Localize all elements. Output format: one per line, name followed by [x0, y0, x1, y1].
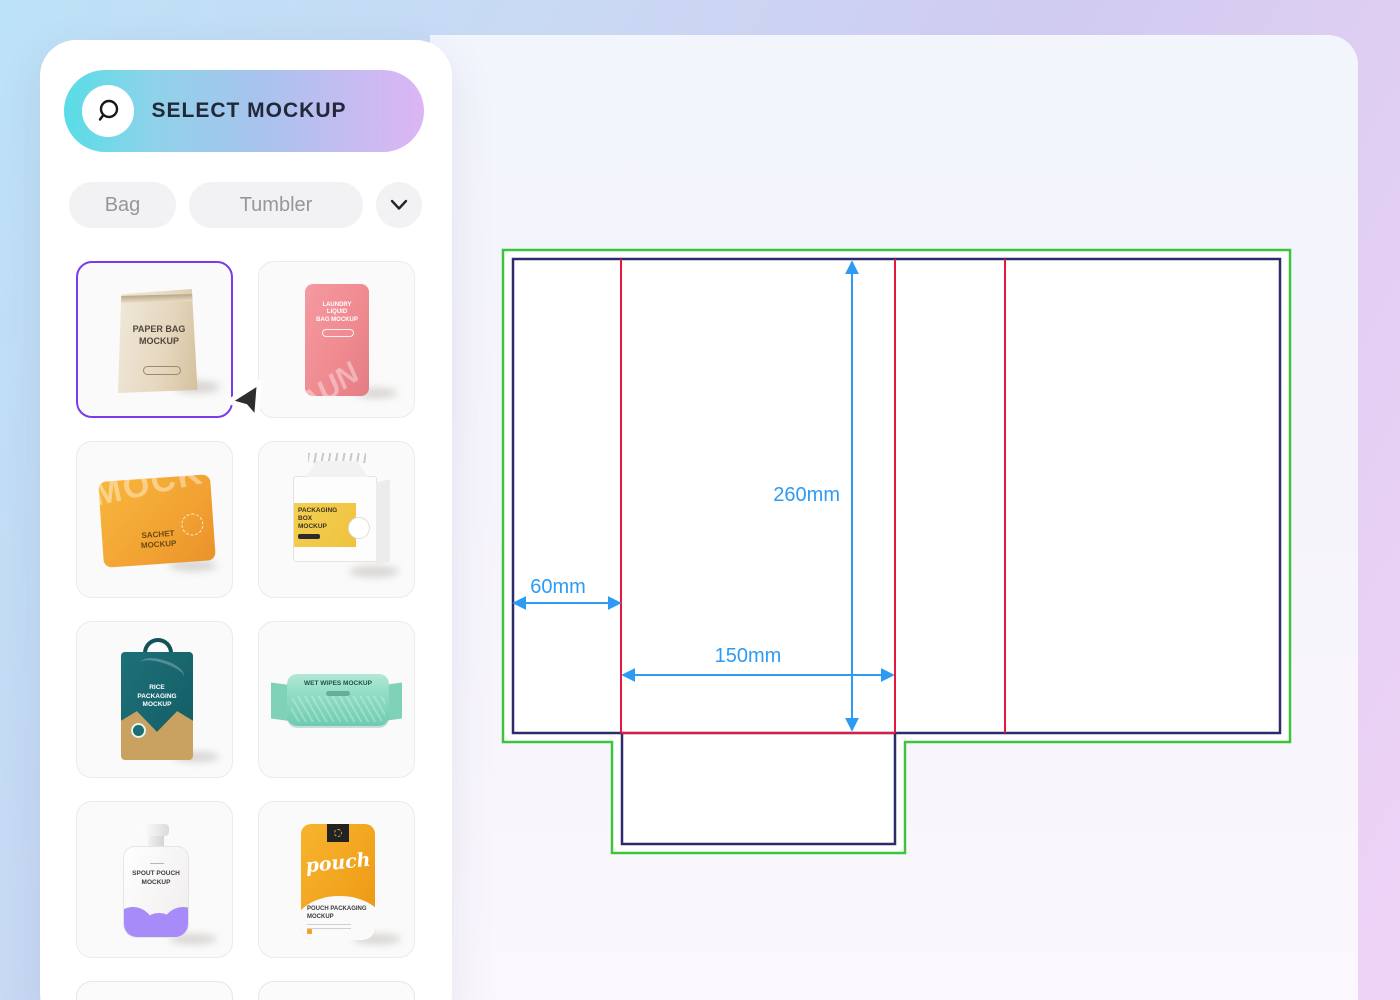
watermark-text: pouch	[301, 848, 375, 878]
filter-chip-bag[interactable]: Bag	[69, 182, 176, 228]
mouse-cursor	[222, 376, 274, 428]
badge-square	[327, 824, 349, 842]
filter-chips: Bag Tumbler	[69, 182, 422, 228]
mockup-grid: PAPER BAG MOCKUP LAUNDRY LIQUID BAG MOCK…	[76, 261, 416, 1000]
mockup-card-partial[interactable]	[76, 981, 233, 1000]
pouch-cap	[148, 836, 164, 846]
paper-bag-thumbnail: PAPER BAG MOCKUP	[118, 289, 200, 393]
badge-circle	[131, 723, 146, 738]
badge-circle	[348, 517, 370, 539]
mockup-card-rice-packaging[interactable]: RICE PACKAGING MOCKUP	[76, 621, 233, 778]
search-icon	[82, 85, 134, 137]
design-canvas[interactable]	[430, 35, 1358, 1000]
mockup-card-sachet[interactable]: MOCK SACHET MOCKUP	[76, 441, 233, 598]
mockup-sidebar: SELECT MOCKUP Bag Tumbler PAPER BAG MOCK…	[40, 40, 452, 1000]
laundry-bag-thumbnail: LAUNDRY LIQUID BAG MOCKUP AUN	[305, 284, 369, 396]
filter-expand-button[interactable]	[376, 182, 422, 228]
select-mockup-label: SELECT MOCKUP	[134, 99, 364, 123]
mockup-card-spout-pouch[interactable]: SPOUT POUCH MOCKUP	[76, 801, 233, 958]
mockup-card-partial[interactable]	[258, 981, 415, 1000]
mockup-card-pouch-packaging[interactable]: pouch POUCH PACKAGING MOCKUP	[258, 801, 415, 958]
mockup-label: PAPER BAG MOCKUP	[118, 324, 200, 347]
packaging-box-thumbnail: PACKAGING BOX MOCKUP	[293, 476, 377, 562]
watermark-text: MOCK	[98, 474, 207, 515]
sachet-thumbnail: MOCK SACHET MOCKUP	[98, 474, 216, 568]
watermark-text: AUN	[305, 356, 366, 396]
pouch-thumbnail: pouch POUCH PACKAGING MOCKUP	[301, 824, 375, 940]
rice-bag-thumbnail: RICE PACKAGING MOCKUP	[121, 652, 193, 760]
mockup-card-wet-wipes[interactable]: WET WIPES MOCKUP	[258, 621, 415, 778]
mockup-card-laundry-bag[interactable]: LAUNDRY LIQUID BAG MOCKUP AUN	[258, 261, 415, 418]
mockup-label: WET WIPES MOCKUP	[287, 680, 389, 688]
chevron-down-icon	[390, 199, 408, 211]
app-background: 260mm 60mm 150mm SELECT MOCKUP Bag Tumbl…	[0, 0, 1400, 1000]
mockup-label: RICE PACKAGING MOCKUP	[121, 684, 193, 708]
mockup-label: POUCH PACKAGING MOCKUP	[307, 906, 370, 921]
mockup-label: LAUNDRY LIQUID BAG MOCKUP	[305, 302, 369, 325]
wet-wipes-thumbnail: WET WIPES MOCKUP	[287, 674, 389, 726]
mockup-label: PACKAGING BOX MOCKUP	[298, 507, 352, 531]
pouch-cap	[143, 824, 169, 836]
mockup-label: SPOUT POUCH MOCKUP	[124, 870, 188, 886]
mockup-card-packaging-box[interactable]: PACKAGING BOX MOCKUP	[258, 441, 415, 598]
select-mockup-button[interactable]: SELECT MOCKUP	[64, 70, 424, 152]
spout-pouch-thumbnail: SPOUT POUCH MOCKUP	[123, 846, 189, 938]
filter-chip-tumbler[interactable]: Tumbler	[189, 182, 363, 228]
mockup-card-paper-bag[interactable]: PAPER BAG MOCKUP	[76, 261, 233, 418]
